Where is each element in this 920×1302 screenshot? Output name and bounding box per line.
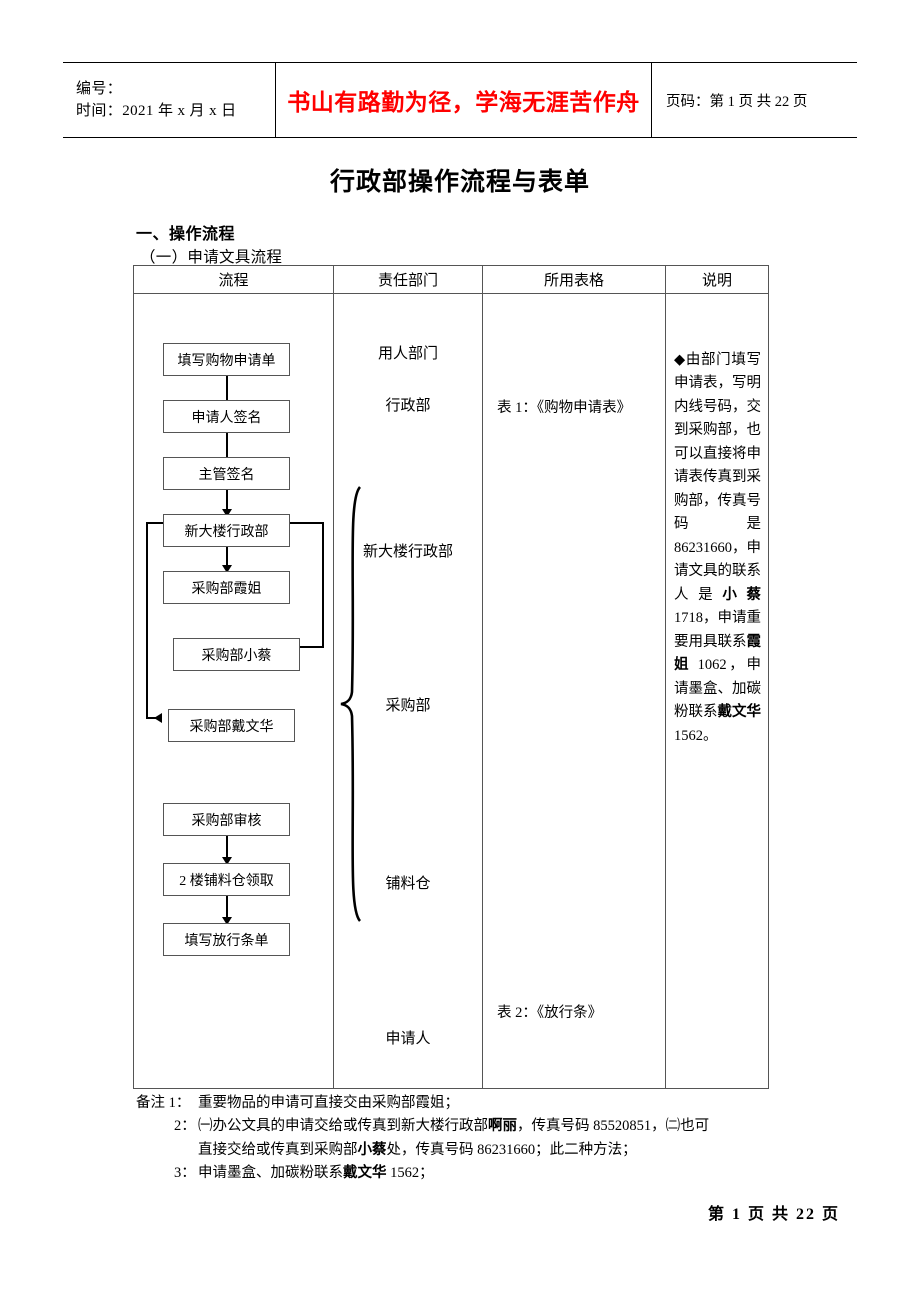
remark-item: 3： 申请墨盒、加碳粉联系戴文华 1562； — [136, 1162, 836, 1185]
column-header-dept: 责任部门 — [334, 266, 483, 293]
header-page-label: 页码：第 1 页 共 22 页 — [666, 93, 808, 110]
column-header-note: 说明 — [701, 273, 732, 289]
header-page-cell: 页码：第 1 页 共 22 页 — [652, 63, 857, 137]
dept-label-2: 行政部 — [385, 398, 431, 414]
form-label-1: 表 1：《购物申请表》 — [497, 400, 632, 416]
header-meta-cell: 编号： 时间：2021 年 x 月 x 日 — [63, 63, 276, 137]
remark-number: 备注 1： — [136, 1095, 191, 1111]
curly-brace-icon — [340, 486, 362, 922]
section-heading-1: 一、操作流程 — [136, 226, 236, 243]
remarks-block: 备注 1： 重要物品的申请可直接交由采购部霞姐； 2： ㈠办公文具的申请交给或传真到新… — [136, 1092, 836, 1186]
flowchart: 填写购物申请单 申请人签名 主管签名 新大楼行政部 采购部霞姐 采购部小蔡 采购… — [134, 294, 333, 1089]
remark-number: 3： — [174, 1165, 196, 1182]
remark-item: 备注 1： 重要物品的申请可直接交由采购部霞姐； — [136, 1092, 836, 1115]
remark-number: 2： — [174, 1118, 196, 1135]
flow-box-5: 采购部霞姐 — [163, 571, 290, 604]
table-body-row: 填写购物申请单 申请人签名 主管签名 新大楼行政部 采购部霞姐 采购部小蔡 采购… — [134, 294, 768, 1089]
loop-right-vert — [322, 522, 324, 647]
connector-1-2 — [226, 376, 228, 400]
flow-box-1: 填写购物申请单 — [163, 343, 290, 376]
loop-right-top — [290, 522, 324, 524]
header-number-label: 编号： — [76, 80, 123, 97]
table-header-row: 流程 责任部门 所用表格 说明 — [134, 266, 768, 294]
column-header-flow: 流程 — [134, 266, 334, 293]
note-text: ◆由部门填写申请表，写明内线号码，交到采购部，也可以直接将申请表传真到采购部，传… — [674, 352, 762, 744]
connector-2-3 — [226, 433, 228, 457]
process-table: 流程 责任部门 所用表格 说明 填写购物申请单 申请人签名 主管签名 新大楼行政… — [133, 265, 769, 1089]
department-list: 用人部门 行政部 新大楼行政部 采购部 铺料仓 申请人 — [334, 294, 482, 1089]
remark-text-continued: 直接交给或传真到采购部小蔡处，传真号码 86231660；此二种方法； — [198, 1141, 637, 1158]
remark-item: 2： ㈠办公文具的申请交给或传真到新大楼行政部啊丽，传真号码 85520851，㈡… — [136, 1115, 836, 1138]
loop-right-bottom — [300, 646, 324, 648]
forms-cell: 表 1：《购物申请表》 表 2：《放行条》 — [483, 294, 666, 1089]
remark-text: 申请墨盒、加碳粉联系戴文华 1562； — [198, 1165, 434, 1182]
note-cell: ◆由部门填写申请表，写明内线号码，交到采购部，也可以直接将申请表传真到采购部，传… — [666, 294, 768, 1089]
form-label-2: 表 2：《放行条》 — [497, 1005, 603, 1021]
flow-box-2: 申请人签名 — [163, 400, 290, 433]
dept-label-1: 用人部门 — [377, 346, 438, 362]
header-time-label: 时间：2021 年 x 月 x 日 — [76, 102, 237, 119]
page-title: 行政部操作流程与表单 — [329, 169, 590, 196]
remark-text: ㈠办公文具的申请交给或传真到新大楼行政部啊丽，传真号码 85520851，㈡也可 — [198, 1118, 710, 1135]
arrow-loop-into-daiwenhua — [154, 713, 162, 723]
flow-box-6: 采购部小蔡 — [173, 638, 300, 671]
flow-box-3: 主管签名 — [163, 457, 290, 490]
flowchart-cell: 填写购物申请单 申请人签名 主管签名 新大楼行政部 采购部霞姐 采购部小蔡 采购… — [134, 294, 334, 1089]
header-motto: 书山有路勤为径，学海无涯苦作舟 — [287, 90, 640, 115]
flow-box-9: 2 楼铺料仓领取 — [163, 863, 290, 896]
flow-box-7: 采购部戴文华 — [168, 709, 295, 742]
department-cell: 用人部门 行政部 新大楼行政部 采购部 铺料仓 申请人 — [334, 294, 483, 1089]
dept-label-6: 申请人 — [385, 1031, 431, 1047]
flow-box-8: 采购部审核 — [163, 803, 290, 836]
page-footer: 第 1 页 共 22 页 — [707, 1206, 840, 1223]
page-header-band: 编号： 时间：2021 年 x 月 x 日 书山有路勤为径，学海无涯苦作舟 页码… — [63, 62, 857, 138]
remark-text: 重要物品的申请可直接交由采购部霞姐； — [198, 1095, 459, 1111]
flow-box-10: 填写放行条单 — [163, 923, 290, 956]
header-motto-cell: 书山有路勤为径，学海无涯苦作舟 — [276, 63, 652, 137]
loop-left-vert — [146, 522, 148, 718]
forms-list: 表 1：《购物申请表》 表 2：《放行条》 — [483, 294, 665, 1089]
flow-box-4: 新大楼行政部 — [163, 514, 290, 547]
column-header-forms: 所用表格 — [483, 266, 666, 293]
section-heading-2: （一）申请文具流程 — [140, 249, 283, 266]
